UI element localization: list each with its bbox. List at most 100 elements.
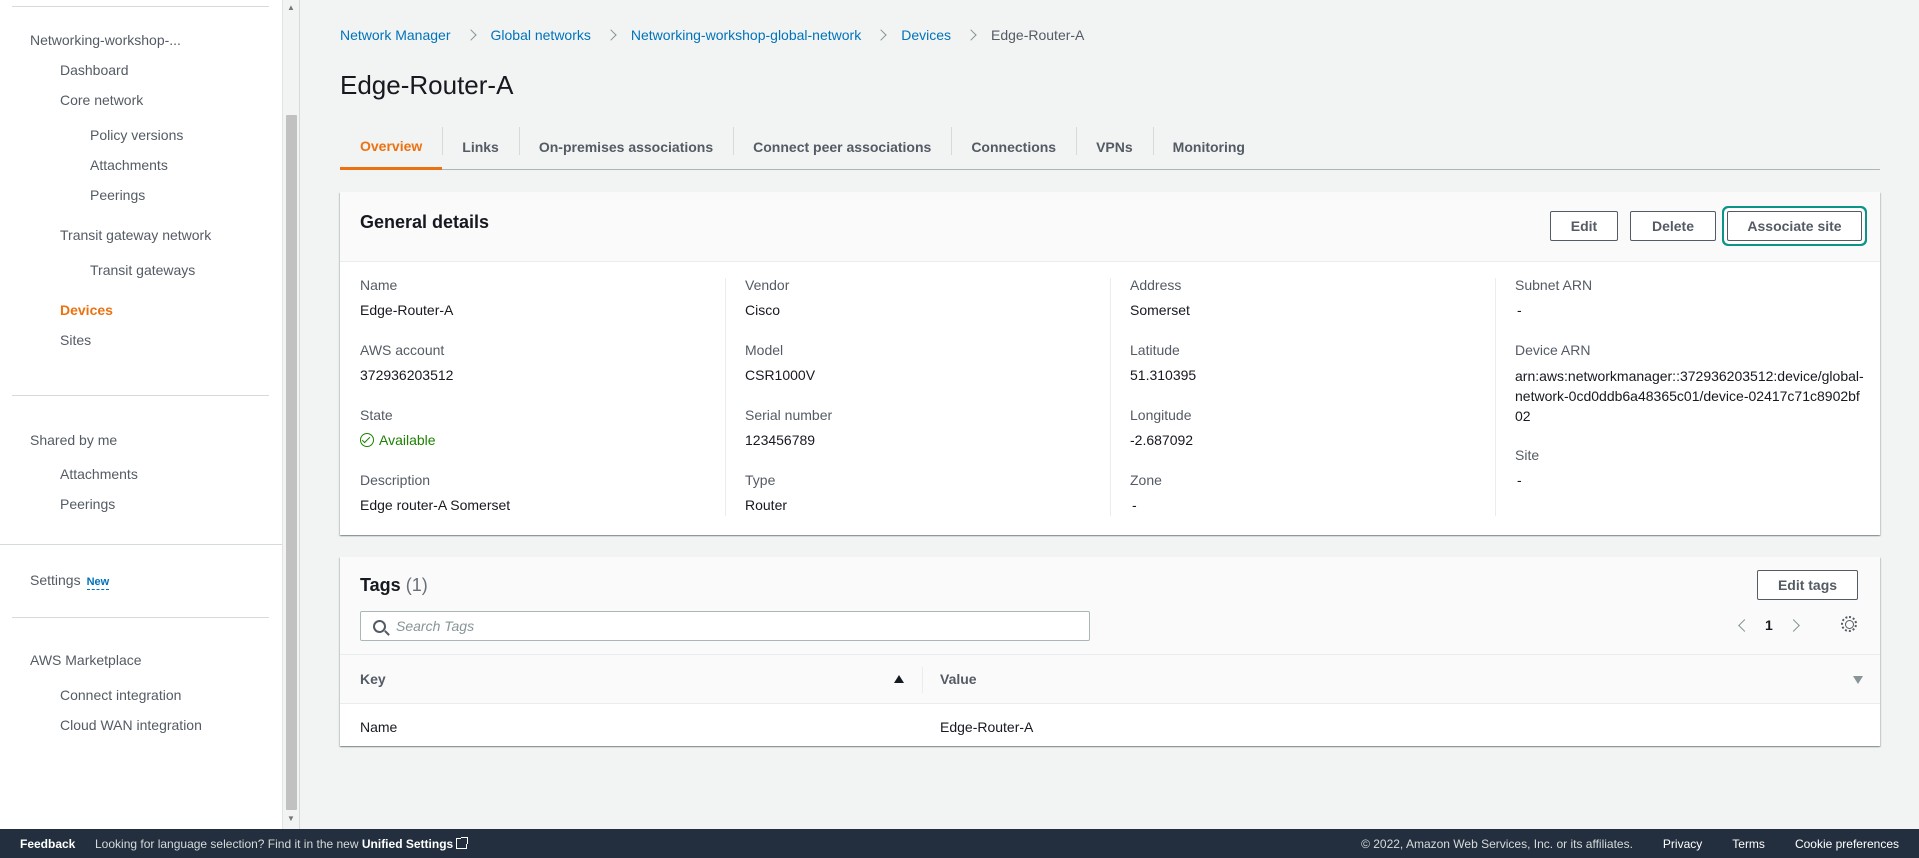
latitude-label: Latitude [1130,342,1180,358]
tab-vpns[interactable]: VPNs [1076,124,1153,170]
aws-account-label: AWS account [360,342,445,358]
panel-header: General details Edit Delete Associate si… [340,192,1880,262]
subnet-arn-value: - [1517,302,1522,318]
tab-connections[interactable]: Connections [951,124,1076,170]
sort-ascending-icon[interactable] [894,675,904,683]
description-value: Edge router-A Somerset [360,497,511,513]
general-details-title: General details [360,212,490,232]
sidebar-divider [0,544,282,545]
table-cell-value: Edge-Router-A [940,719,1034,735]
sidebar-item-dashboard[interactable]: Dashboard [60,62,129,78]
scrollbar-thumb[interactable] [286,115,297,810]
sort-indicator-icon[interactable] [1853,676,1863,684]
zone-value: - [1132,497,1137,513]
tab-monitoring[interactable]: Monitoring [1152,124,1265,170]
column-header-value[interactable]: Value [940,671,977,687]
edit-tags-button[interactable]: Edit tags [1757,570,1858,600]
settings-label: Settings [30,572,81,588]
type-value: Router [745,497,788,513]
cookie-preferences-link[interactable]: Cookie preferences [1795,837,1899,851]
pagination: 1 [1738,617,1800,633]
tab-connect-peer-associations[interactable]: Connect peer associations [733,124,951,170]
tab-links[interactable]: Links [442,124,519,170]
side-navigation: Networking-workshop-... Dashboard Core n… [0,0,282,829]
scroll-up-arrow-icon[interactable]: ▲ [287,3,295,12]
breadcrumb: Network Manager Global networks Networki… [340,27,1084,43]
sidebar-scrollbar[interactable]: ▲ ▼ [282,0,300,829]
sidebar-item-connect-integration[interactable]: Connect integration [60,687,181,703]
edit-button[interactable]: Edit [1550,211,1618,241]
site-label: Site [1515,447,1540,463]
description-label: Description [360,472,431,488]
sidebar-item-peerings[interactable]: Peerings [90,187,145,203]
serial-number-label: Serial number [745,407,833,423]
sidebar-item-core-network[interactable]: Core network [60,92,143,108]
type-label: Type [745,472,776,488]
scroll-down-arrow-icon[interactable]: ▼ [287,814,295,823]
sidebar-item-transit-gateway-network[interactable]: Transit gateway network [60,227,211,243]
gear-icon[interactable] [1841,616,1857,632]
model-value: CSR1000V [745,367,816,383]
breadcrumb-network-manager[interactable]: Network Manager [340,27,451,43]
chevron-right-icon [875,29,887,41]
search-icon [373,619,386,633]
longitude-value: -2.687092 [1130,432,1194,448]
tab-overview[interactable]: Overview [340,124,443,170]
delete-button[interactable]: Delete [1630,211,1716,241]
footer-links: © 2022, Amazon Web Services, Inc. or its… [1361,837,1899,851]
sidebar-item-transit-gateways[interactable]: Transit gateways [90,262,195,278]
privacy-link[interactable]: Privacy [1663,837,1702,851]
tags-count: (1) [405,575,428,595]
page-number[interactable]: 1 [1765,617,1773,633]
device-arn-value: arn:aws:networkmanager::372936203512:dev… [1515,368,1864,424]
general-details-panel: General details Edit Delete Associate si… [340,192,1880,535]
main-content: Network Manager Global networks Networki… [300,0,1919,829]
search-tags-input[interactable] [396,618,1076,634]
device-arn-label: Device ARN [1515,342,1591,358]
breadcrumb-global-network[interactable]: Networking-workshop-global-network [631,27,861,43]
chevron-right-icon [464,29,477,41]
column-divider [725,278,726,516]
address-label: Address [1130,277,1182,293]
sidebar-item-policy-versions[interactable]: Policy versions [90,127,183,143]
column-divider [1495,278,1496,516]
tab-list: Overview Links On-premises associations … [340,124,1880,170]
state-value: Available [360,432,436,448]
sidebar-item-shared-attachments[interactable]: Attachments [60,466,138,482]
external-link-icon [456,837,469,849]
tags-header: Tags (1) Edit tags 1 [340,557,1880,654]
feedback-link[interactable]: Feedback [20,837,75,851]
aws-account-value: 372936203512 [360,367,454,383]
table-cell-key: Name [360,719,398,735]
sidebar-item-sites[interactable]: Sites [60,332,91,348]
language-notice: Looking for language selection? Find it … [95,837,469,851]
console-footer: Feedback Looking for language selection?… [0,829,1919,858]
model-label: Model [745,342,784,358]
sidebar-network-name[interactable]: Networking-workshop-... [30,32,181,48]
sidebar-item-attachments[interactable]: Attachments [90,157,168,173]
chevron-left-icon[interactable] [1738,618,1751,632]
sidebar-divider [12,395,269,396]
sidebar-item-shared-peerings[interactable]: Peerings [60,496,115,512]
sidebar-item-cloud-wan-integration[interactable]: Cloud WAN integration [60,717,202,733]
latitude-value: 51.310395 [1130,367,1197,383]
details-grid: Name Edge-Router-A AWS account 372936203… [340,262,1880,516]
chevron-right-icon[interactable] [1786,618,1800,632]
tab-on-premises-associations[interactable]: On-premises associations [518,124,733,170]
serial-number-value: 123456789 [745,432,816,448]
sidebar-item-settings[interactable]: Settings New [30,572,110,590]
unified-settings-link[interactable]: Unified Settings [362,837,453,851]
column-divider [1110,278,1111,516]
tags-title: Tags (1) [360,575,428,596]
breadcrumb-devices[interactable]: Devices [901,27,951,43]
site-value: - [1517,472,1522,488]
vendor-value: Cisco [745,302,781,318]
associate-site-button[interactable]: Associate site [1727,211,1862,241]
sidebar-item-devices[interactable]: Devices [60,302,113,318]
table-header: Key Value [340,654,1880,704]
chevron-right-icon [605,29,617,41]
column-header-key[interactable]: Key [360,671,386,687]
search-tags-field[interactable] [360,611,1090,641]
terms-link[interactable]: Terms [1732,837,1765,851]
breadcrumb-global-networks[interactable]: Global networks [491,27,591,43]
